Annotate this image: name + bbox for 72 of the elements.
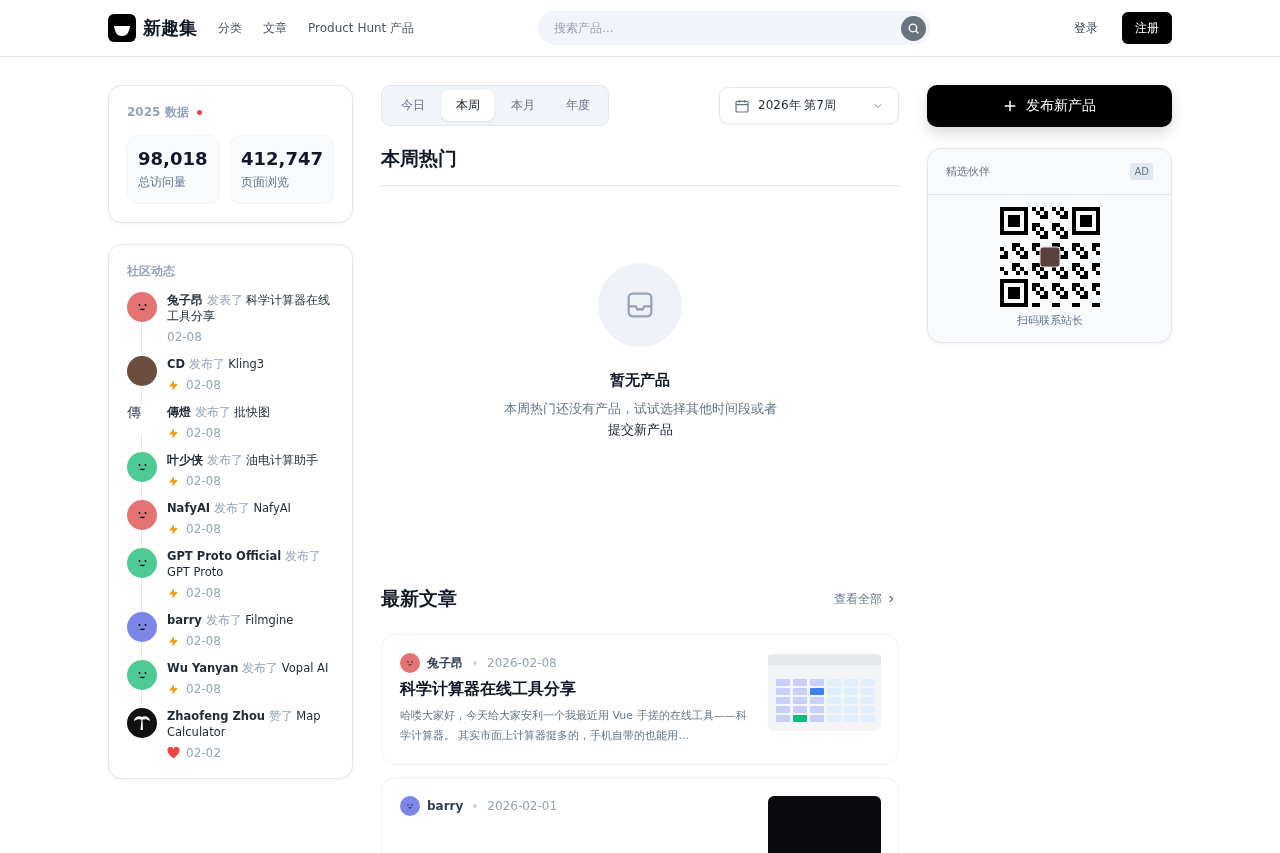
activity-date: 02-08 <box>186 634 221 648</box>
stat-value: 98,018 <box>138 148 209 169</box>
activity-text: 叶少侠 发布了 油电计算助手 <box>167 452 320 468</box>
activity-date: 02-02 <box>186 746 221 760</box>
search-input[interactable]: 搜索产品... <box>552 20 902 36</box>
period-tab[interactable]: 本周 <box>441 90 494 121</box>
activity-text: GPT Proto Official 发布了 GPT Proto <box>167 548 322 580</box>
article-date: 2026-02-01 <box>487 799 558 813</box>
lightning-icon <box>167 426 180 440</box>
article-author: 兔子昂 <box>427 654 463 672</box>
nav-link[interactable]: 文章 <box>263 19 287 37</box>
submit-product-link[interactable]: 提交新产品 <box>607 422 673 437</box>
section-title: 本周热门 <box>381 146 458 171</box>
activity-date: 02-08 <box>186 426 221 440</box>
activity-title: 社区动态 <box>127 263 176 280</box>
activity-date: 02-08 <box>186 378 221 392</box>
activity-text: CD 发布了 Kling3 <box>167 356 266 372</box>
logo-text[interactable]: 新趣集 <box>143 16 197 40</box>
activity-text: barry 发布了 Filmgine <box>167 612 295 628</box>
activity-date: 02-08 <box>186 682 221 696</box>
heart-icon <box>167 747 180 759</box>
activity-text: 兔子昂 发表了 科学计算器在线工具分享 <box>167 292 332 324</box>
qr-caption: 扫码联系站长 <box>1016 313 1083 328</box>
nav-link[interactable]: 分类 <box>218 19 242 37</box>
logo-icon[interactable] <box>108 14 136 42</box>
avatar-photo <box>127 356 157 386</box>
period-tab[interactable]: 本月 <box>496 90 549 121</box>
week-picker[interactable]: 2026年 第7周 <box>719 87 899 124</box>
article-card[interactable]: barry 2026-02-01 <box>381 777 899 853</box>
lightning-icon <box>167 586 180 600</box>
stats-title: 2025 数据 <box>127 104 189 121</box>
activity-text: Zhaofeng Zhou 赞了 Map Calculator <box>167 708 322 740</box>
calendar-icon <box>734 97 750 114</box>
activity-date: 02-08 <box>167 330 202 344</box>
view-all-text: 查看全部 <box>834 590 882 608</box>
plus-icon <box>1003 99 1017 113</box>
stat-value: 412,747 <box>241 148 323 169</box>
search-icon <box>907 21 921 35</box>
ad-badge: AD <box>1130 163 1153 180</box>
nav-link[interactable]: Product Hunt 产品 <box>308 19 415 37</box>
register-button[interactable]: 注册 <box>1122 12 1172 44</box>
partner-title: 精选伙伴 <box>946 164 990 179</box>
stat-label: 页面浏览 <box>241 174 290 191</box>
empty-message: 本周热门还没有产品，试试选择其他时间段或者 提交新产品 <box>502 400 778 439</box>
article-author: barry <box>427 799 464 813</box>
search-field[interactable]: 搜索产品... <box>538 11 931 45</box>
activity-date: 02-08 <box>186 522 221 536</box>
lightning-icon <box>167 378 180 392</box>
lightning-icon <box>167 634 180 648</box>
period-tab[interactable]: 年度 <box>551 90 604 121</box>
articles-title: 最新文章 <box>381 586 457 611</box>
activity-text: Wu Yanyan 发布了 Vopal AI <box>167 660 330 676</box>
lightning-icon <box>167 682 180 696</box>
activity-text: NafyAI 发布了 NafyAI <box>167 500 292 516</box>
search-button[interactable] <box>901 15 927 41</box>
empty-title: 暂无产品 <box>610 371 670 390</box>
article-title[interactable]: 科学计算器在线工具分享 <box>400 679 750 700</box>
view-all-link[interactable]: 查看全部 <box>834 590 896 608</box>
article-card[interactable]: 兔子昂 2026-02-08 科学计算器在线工具分享 哈喽大家好，今天给大家安利一个我最近用 Vue 手搓的在线工具——科学计算器。 其实市面上计算器挺多的，手机自带的也能用... <box>381 634 899 765</box>
chevron-right-icon <box>886 594 896 604</box>
lightning-icon <box>167 522 180 536</box>
activity-date: 02-08 <box>186 474 221 488</box>
stat-label: 总访问量 <box>138 174 187 191</box>
period-tab[interactable]: 今日 <box>386 90 439 121</box>
live-dot-icon <box>196 110 202 115</box>
article-excerpt: 哈喽大家好，今天给大家安利一个我最近用 Vue 手搓的在线工具——科学计算器。 其实市面上计算器挺多的，手机自带的也能用... <box>400 708 748 744</box>
activity-date: 02-08 <box>186 586 221 600</box>
article-date: 2026-02-08 <box>487 656 557 670</box>
publish-product-button[interactable]: 发布新产品 <box>927 85 1172 127</box>
activity-text: 傳燈 发布了 批快图 <box>167 404 272 420</box>
login-link[interactable]: 登录 <box>1074 19 1098 37</box>
lightning-icon <box>167 474 180 488</box>
